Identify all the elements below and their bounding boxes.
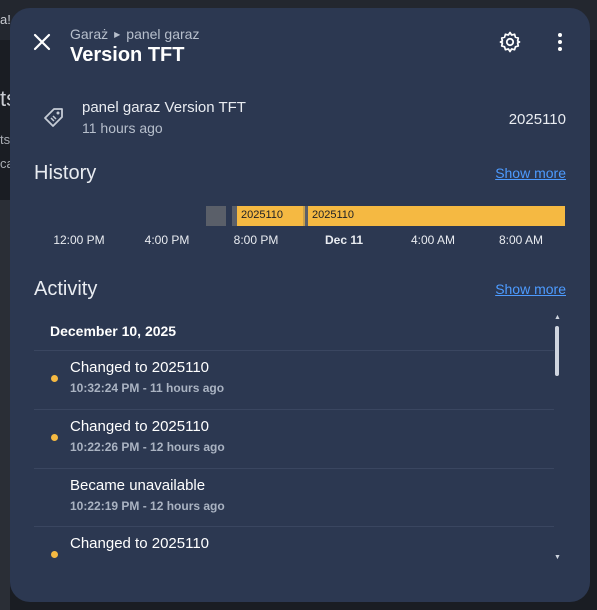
tag-icon — [44, 108, 63, 127]
logbook-entry[interactable]: Became unavailable 10:22:19 PM - 12 hour… — [34, 469, 554, 527]
breadcrumb-area[interactable]: Garaż — [70, 26, 108, 42]
history-time-axis: 12:00 PM 4:00 PM 8:00 PM Dec 11 4:00 AM … — [34, 233, 566, 249]
logbook-entry[interactable]: Changed to 2025110 10:32:24 PM - 11 hour… — [34, 351, 554, 409]
settings-button[interactable] — [498, 30, 522, 54]
more-options-button[interactable] — [548, 30, 572, 54]
entity-state-row[interactable]: panel garaz Version TFT 11 hours ago 202… — [34, 96, 566, 140]
time-tick: Dec 11 — [324, 233, 364, 247]
scroll-up-icon[interactable]: ▲ — [554, 314, 561, 321]
logbook-entry-time: 10:32:24 PM - 11 hours ago — [70, 381, 225, 395]
breadcrumb: Garaż ▶ panel garaz — [70, 26, 199, 42]
time-tick: 12:00 PM — [53, 233, 105, 247]
entity-last-changed: 11 hours ago — [82, 120, 163, 136]
more-vert-icon — [558, 33, 562, 51]
activity-date-header: December 10, 2025 — [50, 323, 177, 339]
time-tick: 4:00 AM — [410, 233, 456, 247]
breadcrumb-device[interactable]: panel garaz — [126, 26, 199, 42]
scroll-down-icon[interactable]: ▼ — [554, 554, 561, 561]
state-dot-icon — [51, 434, 58, 441]
history-timeline[interactable]: 2025110 2025110 — [206, 206, 565, 226]
activity-show-more-link[interactable]: Show more — [495, 281, 566, 297]
background-panel — [0, 200, 10, 610]
time-tick: 8:00 AM — [498, 233, 544, 247]
activity-heading: Activity — [34, 278, 98, 300]
history-bar-state[interactable]: 2025110 — [237, 206, 303, 226]
logbook-entry-time: 10:22:26 PM - 12 hours ago — [70, 440, 225, 454]
state-dot-icon — [51, 551, 58, 558]
dialog-title: Version TFT — [70, 44, 185, 66]
logbook-entry[interactable]: Changed to 2025110 — [34, 527, 554, 564]
history-bar-unavailable[interactable] — [206, 206, 226, 226]
close-icon — [33, 33, 51, 51]
logbook-entry-time: 10:22:19 PM - 12 hours ago — [70, 499, 225, 513]
activity-scrollbar[interactable]: ▲ ▼ — [554, 314, 561, 564]
background-text: ts — [0, 132, 11, 147]
history-heading: History — [34, 162, 97, 184]
state-dot-icon — [51, 375, 58, 382]
close-button[interactable] — [28, 28, 56, 56]
entity-state-value: 2025110 — [508, 111, 566, 128]
time-tick: 8:00 PM — [233, 233, 279, 247]
scrollbar-thumb[interactable] — [555, 326, 559, 376]
logbook-entry-title: Became unavailable — [70, 477, 206, 494]
logbook-entry-title: Changed to 2025110 — [70, 535, 210, 552]
history-bar-state[interactable]: 2025110 — [308, 206, 565, 226]
activity-logbook[interactable]: December 10, 2025 Changed to 2025110 10:… — [34, 314, 566, 564]
gear-icon — [499, 31, 521, 53]
breadcrumb-separator-icon: ▶ — [114, 29, 121, 39]
history-bar-label: 2025110 — [241, 209, 284, 221]
entity-name: panel garaz Version TFT — [82, 99, 246, 116]
time-tick: 4:00 PM — [144, 233, 190, 247]
history-show-more-link[interactable]: Show more — [495, 165, 566, 181]
logbook-entry-title: Changed to 2025110 — [70, 359, 210, 376]
more-info-dialog: Garaż ▶ panel garaz Version TFT panel ga… — [10, 8, 590, 602]
logbook-entry[interactable]: Changed to 2025110 10:22:26 PM - 12 hour… — [34, 410, 554, 468]
history-bar-label: 2025110 — [312, 209, 355, 221]
logbook-entry-title: Changed to 2025110 — [70, 418, 210, 435]
